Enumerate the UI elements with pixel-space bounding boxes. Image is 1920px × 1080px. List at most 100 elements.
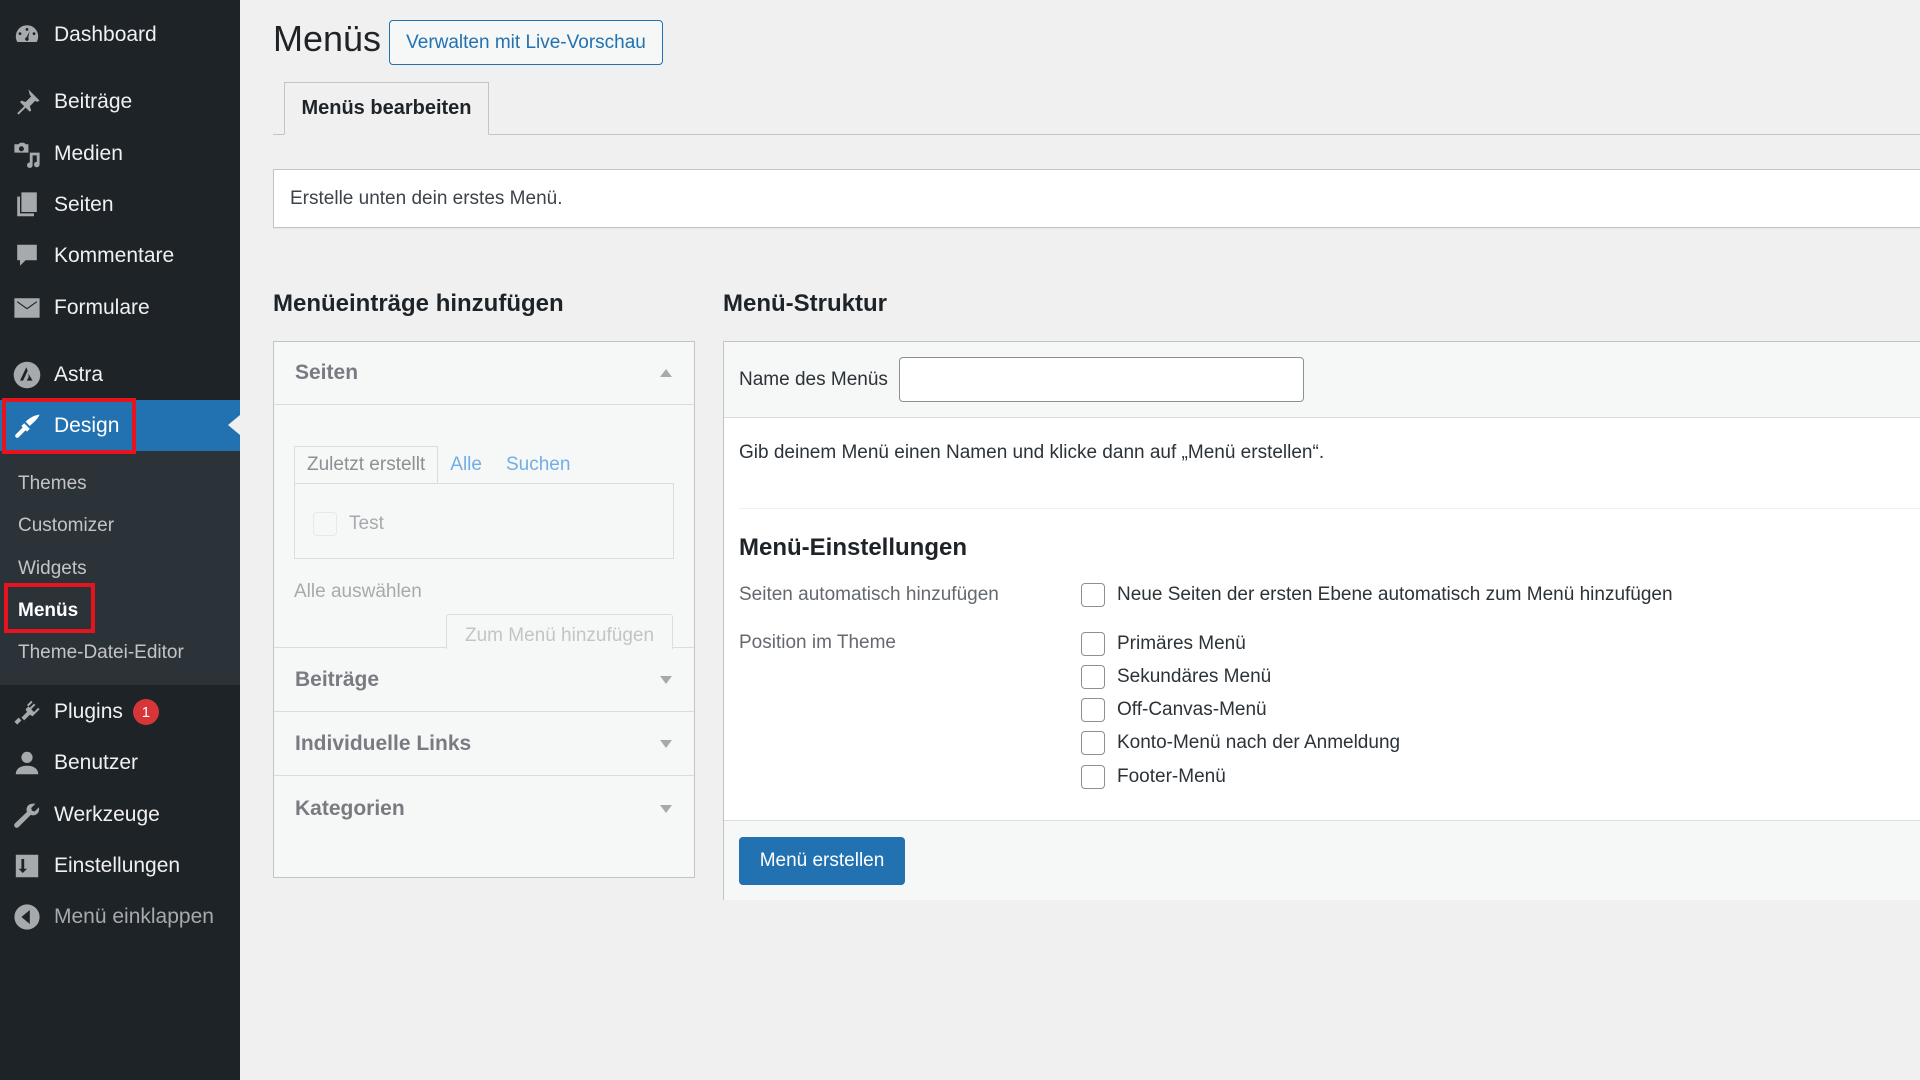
option-label: Primäres Menü: [1117, 633, 1246, 654]
position-checkbox[interactable]: [1081, 665, 1105, 689]
section-title: Beiträge: [295, 668, 380, 691]
menu-name-label: Name des Menüs: [739, 368, 888, 390]
add-items-accordion: Seiten Zuletzt erstellt Alle Suchen Test…: [273, 341, 695, 878]
accordion-section-beitraege[interactable]: Beiträge: [274, 649, 694, 712]
recent-pages-list: Test: [294, 483, 674, 559]
tab-all[interactable]: Alle: [438, 446, 494, 484]
section-title: Kategorien: [295, 796, 405, 820]
manage-live-preview-button[interactable]: Verwalten mit Live-Vorschau: [389, 20, 663, 65]
position-option-off-canvas[interactable]: Off-Canvas-Menü: [1081, 698, 1267, 722]
option-label: Sekundäres Menü: [1117, 666, 1272, 687]
submenu-item-themes[interactable]: Themes: [18, 473, 87, 495]
sidebar-item-label: Formulare: [54, 296, 150, 319]
option-label: Konto-Menü nach der Anmeldung: [1117, 732, 1401, 753]
select-all-link[interactable]: Alle auswählen: [294, 581, 422, 603]
comment-icon: [12, 241, 42, 271]
position-checkbox[interactable]: [1081, 731, 1105, 755]
add-menu-items-title: Menüeinträge hinzufügen: [273, 290, 564, 317]
sidebar-item-seiten[interactable]: Seiten: [0, 180, 240, 230]
submenu-item-widgets[interactable]: Widgets: [18, 558, 87, 580]
sidebar-item-label: Medien: [54, 142, 123, 165]
tab-edit-menus[interactable]: Menüs bearbeiten: [284, 82, 489, 135]
accordion-section-custom-links[interactable]: Individuelle Links: [274, 713, 694, 776]
divider: [739, 508, 1920, 509]
menu-name-input[interactable]: [898, 357, 1304, 402]
sidebar-item-label: Beiträge: [54, 90, 133, 113]
sidebar-item-label: Menü einklappen: [54, 905, 214, 928]
sidebar-item-label: Design: [54, 413, 120, 437]
sidebar-item-astra[interactable]: Astra: [0, 350, 240, 400]
tab-search[interactable]: Suchen: [494, 446, 582, 484]
collapse-arrow-icon: [12, 902, 42, 932]
position-checkbox[interactable]: [1081, 765, 1105, 789]
collapse-menu-button[interactable]: Menü einklappen: [0, 892, 240, 942]
mail-icon: [12, 293, 42, 323]
page-label: Test: [349, 513, 384, 534]
sidebar-item-design[interactable]: Design: [0, 400, 240, 451]
user-icon: [12, 748, 42, 778]
menu-structure-title: Menü-Struktur: [723, 290, 887, 317]
tab-bar-line: [273, 134, 1920, 135]
sidebar-item-label: Einstellungen: [54, 854, 181, 877]
pages-icon: [12, 190, 42, 220]
astra-icon: [12, 360, 42, 390]
sidebar-item-medien[interactable]: Medien: [0, 129, 240, 179]
menu-settings-title: Menü-Einstellungen: [739, 534, 967, 561]
sidebar-item-benutzer[interactable]: Benutzer: [0, 738, 240, 788]
tab-recent[interactable]: Zuletzt erstellt: [294, 446, 439, 484]
submenu-item-menues[interactable]: Menüs: [18, 600, 78, 622]
sidebar-item-kommentare[interactable]: Kommentare: [0, 231, 240, 281]
menu-structure-footer: Menü erstellen: [724, 820, 1920, 900]
auto-add-checkbox[interactable]: [1081, 583, 1105, 607]
info-notice: Erstelle unten dein erstes Menü.: [273, 169, 1920, 228]
sidebar-item-label: Seiten: [54, 193, 114, 216]
pin-icon: [12, 87, 42, 117]
sidebar-item-label: Plugins: [54, 700, 123, 723]
chevron-down-icon: [660, 804, 672, 813]
sidebar-item-werkzeuge[interactable]: Werkzeuge: [0, 790, 240, 840]
list-item: Test: [313, 512, 384, 536]
position-option-footer[interactable]: Footer-Menü: [1081, 765, 1226, 789]
auto-add-option[interactable]: Neue Seiten der ersten Ebene automatisch…: [1081, 583, 1673, 607]
create-menu-button[interactable]: Menü erstellen: [739, 837, 905, 885]
page-checkbox-test[interactable]: [313, 512, 337, 536]
update-count-badge: 1: [132, 699, 159, 725]
paintbrush-icon: [12, 411, 42, 441]
menu-name-bar: Name des Menüs: [724, 342, 1920, 418]
page-title: Menüs: [273, 18, 382, 59]
sidebar-item-label: Kommentare: [54, 244, 175, 267]
submenu-item-theme-editor[interactable]: Theme-Datei-Editor: [18, 642, 184, 664]
chevron-up-icon: [660, 369, 672, 377]
create-hint: Gib deinem Menü einen Namen und klicke d…: [739, 442, 1325, 463]
sidebar-item-einstellungen[interactable]: Einstellungen: [0, 841, 240, 891]
sidebar-item-label: Dashboard: [54, 23, 157, 46]
sidebar-item-dashboard[interactable]: Dashboard: [0, 10, 240, 60]
option-label: Off-Canvas-Menü: [1117, 699, 1267, 720]
accordion-section-seiten[interactable]: Seiten: [274, 342, 694, 405]
position-option-primary[interactable]: Primäres Menü: [1081, 632, 1246, 656]
plugin-icon: [12, 697, 42, 727]
position-option-secondary[interactable]: Sekundäres Menü: [1081, 665, 1271, 689]
section-title: Seiten: [295, 361, 359, 384]
option-label: Neue Seiten der ersten Ebene automatisch…: [1117, 584, 1673, 605]
accordion-section-kategorien[interactable]: Kategorien: [274, 777, 694, 840]
settings-icon: [12, 851, 42, 881]
auto-add-label: Seiten automatisch hinzufügen: [739, 584, 999, 605]
dashboard-icon: [12, 20, 42, 50]
media-icon: [12, 139, 42, 169]
position-option-account[interactable]: Konto-Menü nach der Anmeldung: [1081, 731, 1400, 755]
sidebar-item-formulare[interactable]: Formulare: [0, 283, 240, 333]
design-submenu: Themes Customizer Widgets Menüs Theme-Da…: [0, 451, 240, 685]
sidebar-item-beitraege[interactable]: Beiträge: [0, 77, 240, 127]
position-label: Position im Theme: [739, 632, 896, 653]
section-title: Individuelle Links: [295, 732, 472, 755]
position-checkbox[interactable]: [1081, 632, 1105, 656]
sidebar-item-plugins[interactable]: Plugins 1: [0, 687, 240, 737]
sidebar-item-label: Benutzer: [54, 751, 139, 774]
notice-text: Erstelle unten dein erstes Menü.: [290, 187, 563, 209]
option-label: Footer-Menü: [1117, 766, 1226, 787]
submenu-item-customizer[interactable]: Customizer: [18, 515, 114, 537]
position-checkbox[interactable]: [1081, 698, 1105, 722]
admin-sidebar: Dashboard Beiträge Medien Seiten Komment…: [0, 0, 240, 1080]
sidebar-item-label: Astra: [54, 363, 104, 386]
